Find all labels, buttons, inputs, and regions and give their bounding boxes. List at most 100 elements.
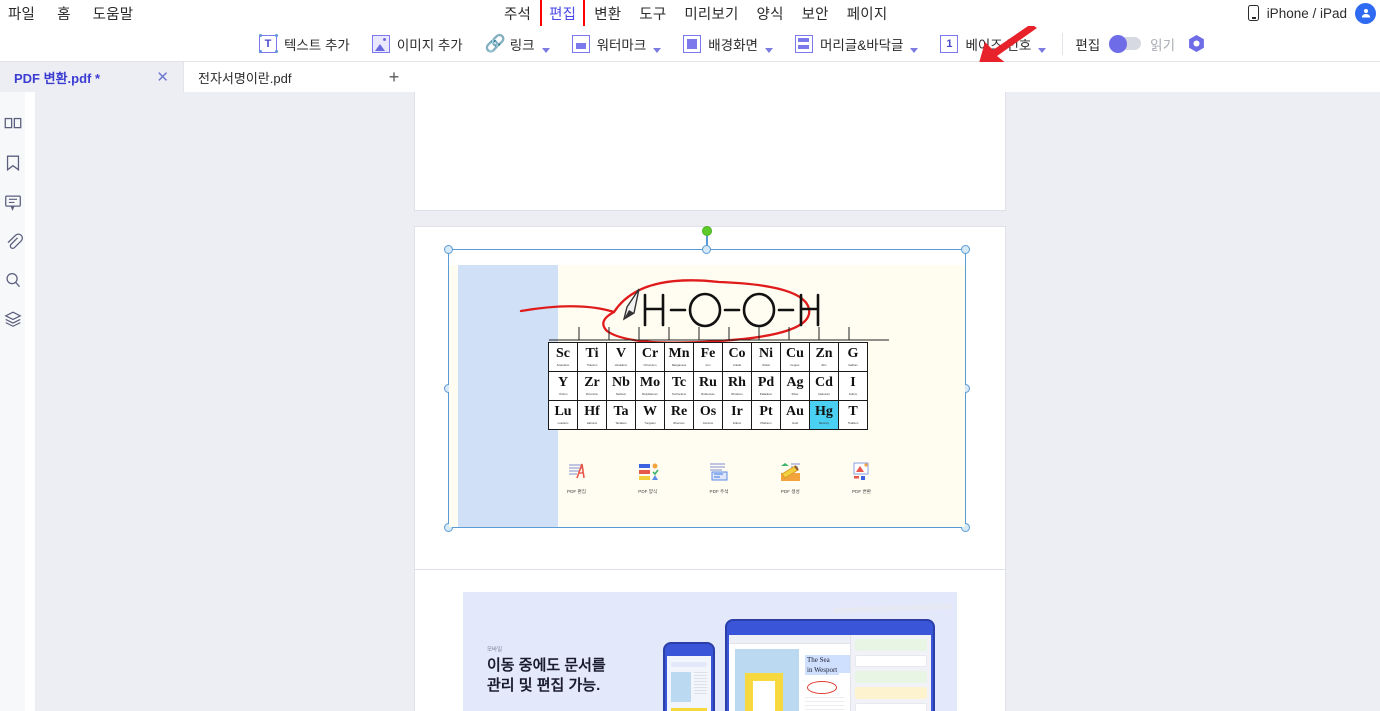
close-icon[interactable]: ✕ [138,70,169,85]
feature-pdf-annotate[interactable]: PDF 주석 [692,461,747,495]
element-cell[interactable]: Os Osmium [693,400,723,430]
element-symbol: Ni [759,346,773,362]
element-cell[interactable]: Ir Iridium [722,400,752,430]
tab-form[interactable]: 양식 [748,1,793,26]
feature-pdf-form[interactable]: PDF 양식 [620,461,675,495]
watermark-icon [571,34,590,53]
attachment-icon[interactable] [3,231,23,251]
element-cell[interactable]: W Tungsten [635,400,665,430]
element-cell[interactable]: Re Rhenium [664,400,694,430]
element-cell[interactable]: Cd Cadmium [809,371,839,401]
element-cell[interactable]: Lu Lutetium [548,400,578,430]
hex-gear-icon[interactable] [1187,34,1206,53]
element-name: Mercury [818,420,830,425]
chevron-down-icon[interactable] [764,47,773,53]
element-cell[interactable]: Co Cobalt [722,342,752,372]
element-symbol: Rh [728,375,746,391]
element-cell[interactable]: Pt Platinum [751,400,781,430]
element-cell[interactable]: Mo Molybdenum [635,371,665,401]
tab-edit[interactable]: 편집 [540,0,586,29]
layers-icon[interactable] [3,309,23,329]
element-cell[interactable]: Rh Rhodium [722,371,752,401]
element-cell[interactable]: Au Gold [780,400,810,430]
chevron-down-icon[interactable] [541,47,550,53]
element-cell[interactable]: Nb Niobium [606,371,636,401]
document-canvas[interactable]: P PDFelement 제품 투어 제품 기능 비즈니스 리소스 고객 지원 … [45,92,1380,711]
feature-pdf-convert[interactable]: PDF 변환 [834,461,889,495]
element-cell[interactable]: Hf Hafnium [577,400,607,430]
rotate-handle[interactable] [702,226,712,236]
element-symbol: Os [699,404,717,420]
resize-handle-tl[interactable] [444,245,453,254]
bookmark-icon[interactable] [3,153,23,173]
tab-preview[interactable]: 미리보기 [675,1,747,26]
element-cell-mercury[interactable]: Hg Mercury [809,400,839,430]
element-cell[interactable]: Zr Zirconium [577,371,607,401]
mode-read-label[interactable]: 읽기 [1150,34,1175,54]
comment-icon[interactable] [3,192,23,212]
element-symbol: V [615,346,627,362]
bates-number-button[interactable]: 1 베이즈 번호 [936,26,1050,62]
tab-convert[interactable]: 변환 [585,1,630,26]
search-icon[interactable] [3,270,23,290]
element-cell[interactable]: Ta Tantalum [606,400,636,430]
element-cell[interactable]: Mn Manganese [664,342,694,372]
element-symbol: I [850,375,856,391]
feature-pdf-create[interactable]: PDF 생성 [763,461,818,495]
watermark-button[interactable]: 워터마크 [568,26,666,62]
menu-home[interactable]: 홈 [57,3,71,24]
chevron-down-icon[interactable] [1038,47,1047,53]
thumbnails-icon[interactable] [3,114,23,134]
avatar[interactable] [1355,2,1376,24]
chevron-down-icon[interactable] [653,47,662,53]
element-name: Palladium [759,391,773,396]
element-cell[interactable]: T Thallium [838,400,868,430]
feature-label: PDF 편집 [567,489,586,494]
feature-pdf-edit[interactable]: PDF 편집 [549,461,604,495]
element-cell[interactable]: Tc Technetium [664,371,694,401]
phone-mockup [663,642,715,711]
element-name: Technetium [671,391,687,396]
tab-security[interactable]: 보안 [793,1,838,26]
device-label[interactable]: iPhone / iPad [1267,6,1347,21]
menu-help[interactable]: 도움말 [93,3,134,24]
element-name: Molybdenum [641,391,658,396]
background-button[interactable]: 배경화면 [679,26,777,62]
add-text-button[interactable]: T 텍스트 추가 [255,26,354,62]
element-cell[interactable]: Sc Scandium [548,342,578,372]
element-cell[interactable]: I Indium [838,371,868,401]
element-cell[interactable]: G Gallium [838,342,868,372]
element-cell[interactable]: Zn Zinc [809,342,839,372]
element-cell[interactable]: Ru Ruthenium [693,371,723,401]
element-symbol: Mn [668,346,690,362]
new-tab-button[interactable]: + [374,62,414,92]
element-symbol: Zn [815,346,833,362]
tab-tools[interactable]: 도구 [630,1,675,26]
element-cell[interactable]: Cu Copper [780,342,810,372]
selected-image-object[interactable]: P PDFelement 제품 투어 제품 기능 비즈니스 리소스 고객 지원 … [444,226,970,532]
chevron-down-icon[interactable] [910,47,919,53]
document-tab-0[interactable]: PDF 변환.pdf * ✕ [0,62,183,92]
resize-handle-tm[interactable] [702,245,711,254]
add-image-button[interactable]: 이미지 추가 [368,26,467,62]
element-cell[interactable]: Pd Palladium [751,371,781,401]
element-symbol: Ru [699,375,717,391]
element-cell[interactable]: Ag Silver [780,371,810,401]
element-name: Scandium [556,362,570,367]
tab-page[interactable]: 페이지 [838,1,897,26]
document-tab-1[interactable]: 전자서명이란.pdf [184,62,374,92]
link-button[interactable]: 🔗 링크 [481,26,554,62]
menu-file[interactable]: 파일 [8,3,35,24]
resize-handle-tr[interactable] [961,245,970,254]
element-cell[interactable]: Fe Iron [693,342,723,372]
element-cell[interactable]: V Vanadium [606,342,636,372]
header-footer-button[interactable]: 머리글&바닥글 [791,26,923,62]
mode-edit-label[interactable]: 편집 [1075,34,1100,54]
edit-read-toggle[interactable] [1109,34,1142,53]
feature-label: PDF 생성 [780,489,800,494]
tab-annotate[interactable]: 주석 [495,1,540,26]
element-cell[interactable]: Ti Titanium [577,342,607,372]
element-cell[interactable]: Y Yttrium [548,371,578,401]
element-cell[interactable]: Ni Nickel [751,342,781,372]
element-cell[interactable]: Cr Chromium [635,342,665,372]
